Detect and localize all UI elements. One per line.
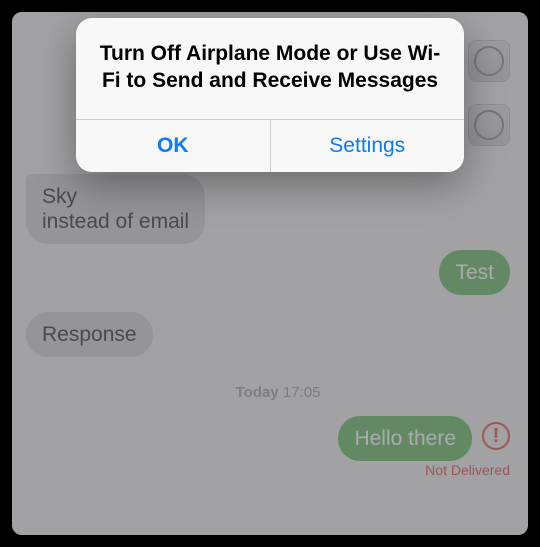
messages-screen: Sky instead of email Test Response Today… — [12, 12, 528, 535]
alert-message: Turn Off Airplane Mode or Use Wi-Fi to S… — [76, 18, 464, 119]
alert-buttons: OK Settings — [76, 119, 464, 172]
airplane-mode-alert: Turn Off Airplane Mode or Use Wi-Fi to S… — [76, 18, 464, 172]
settings-button[interactable]: Settings — [270, 120, 465, 172]
ok-button[interactable]: OK — [76, 120, 270, 172]
